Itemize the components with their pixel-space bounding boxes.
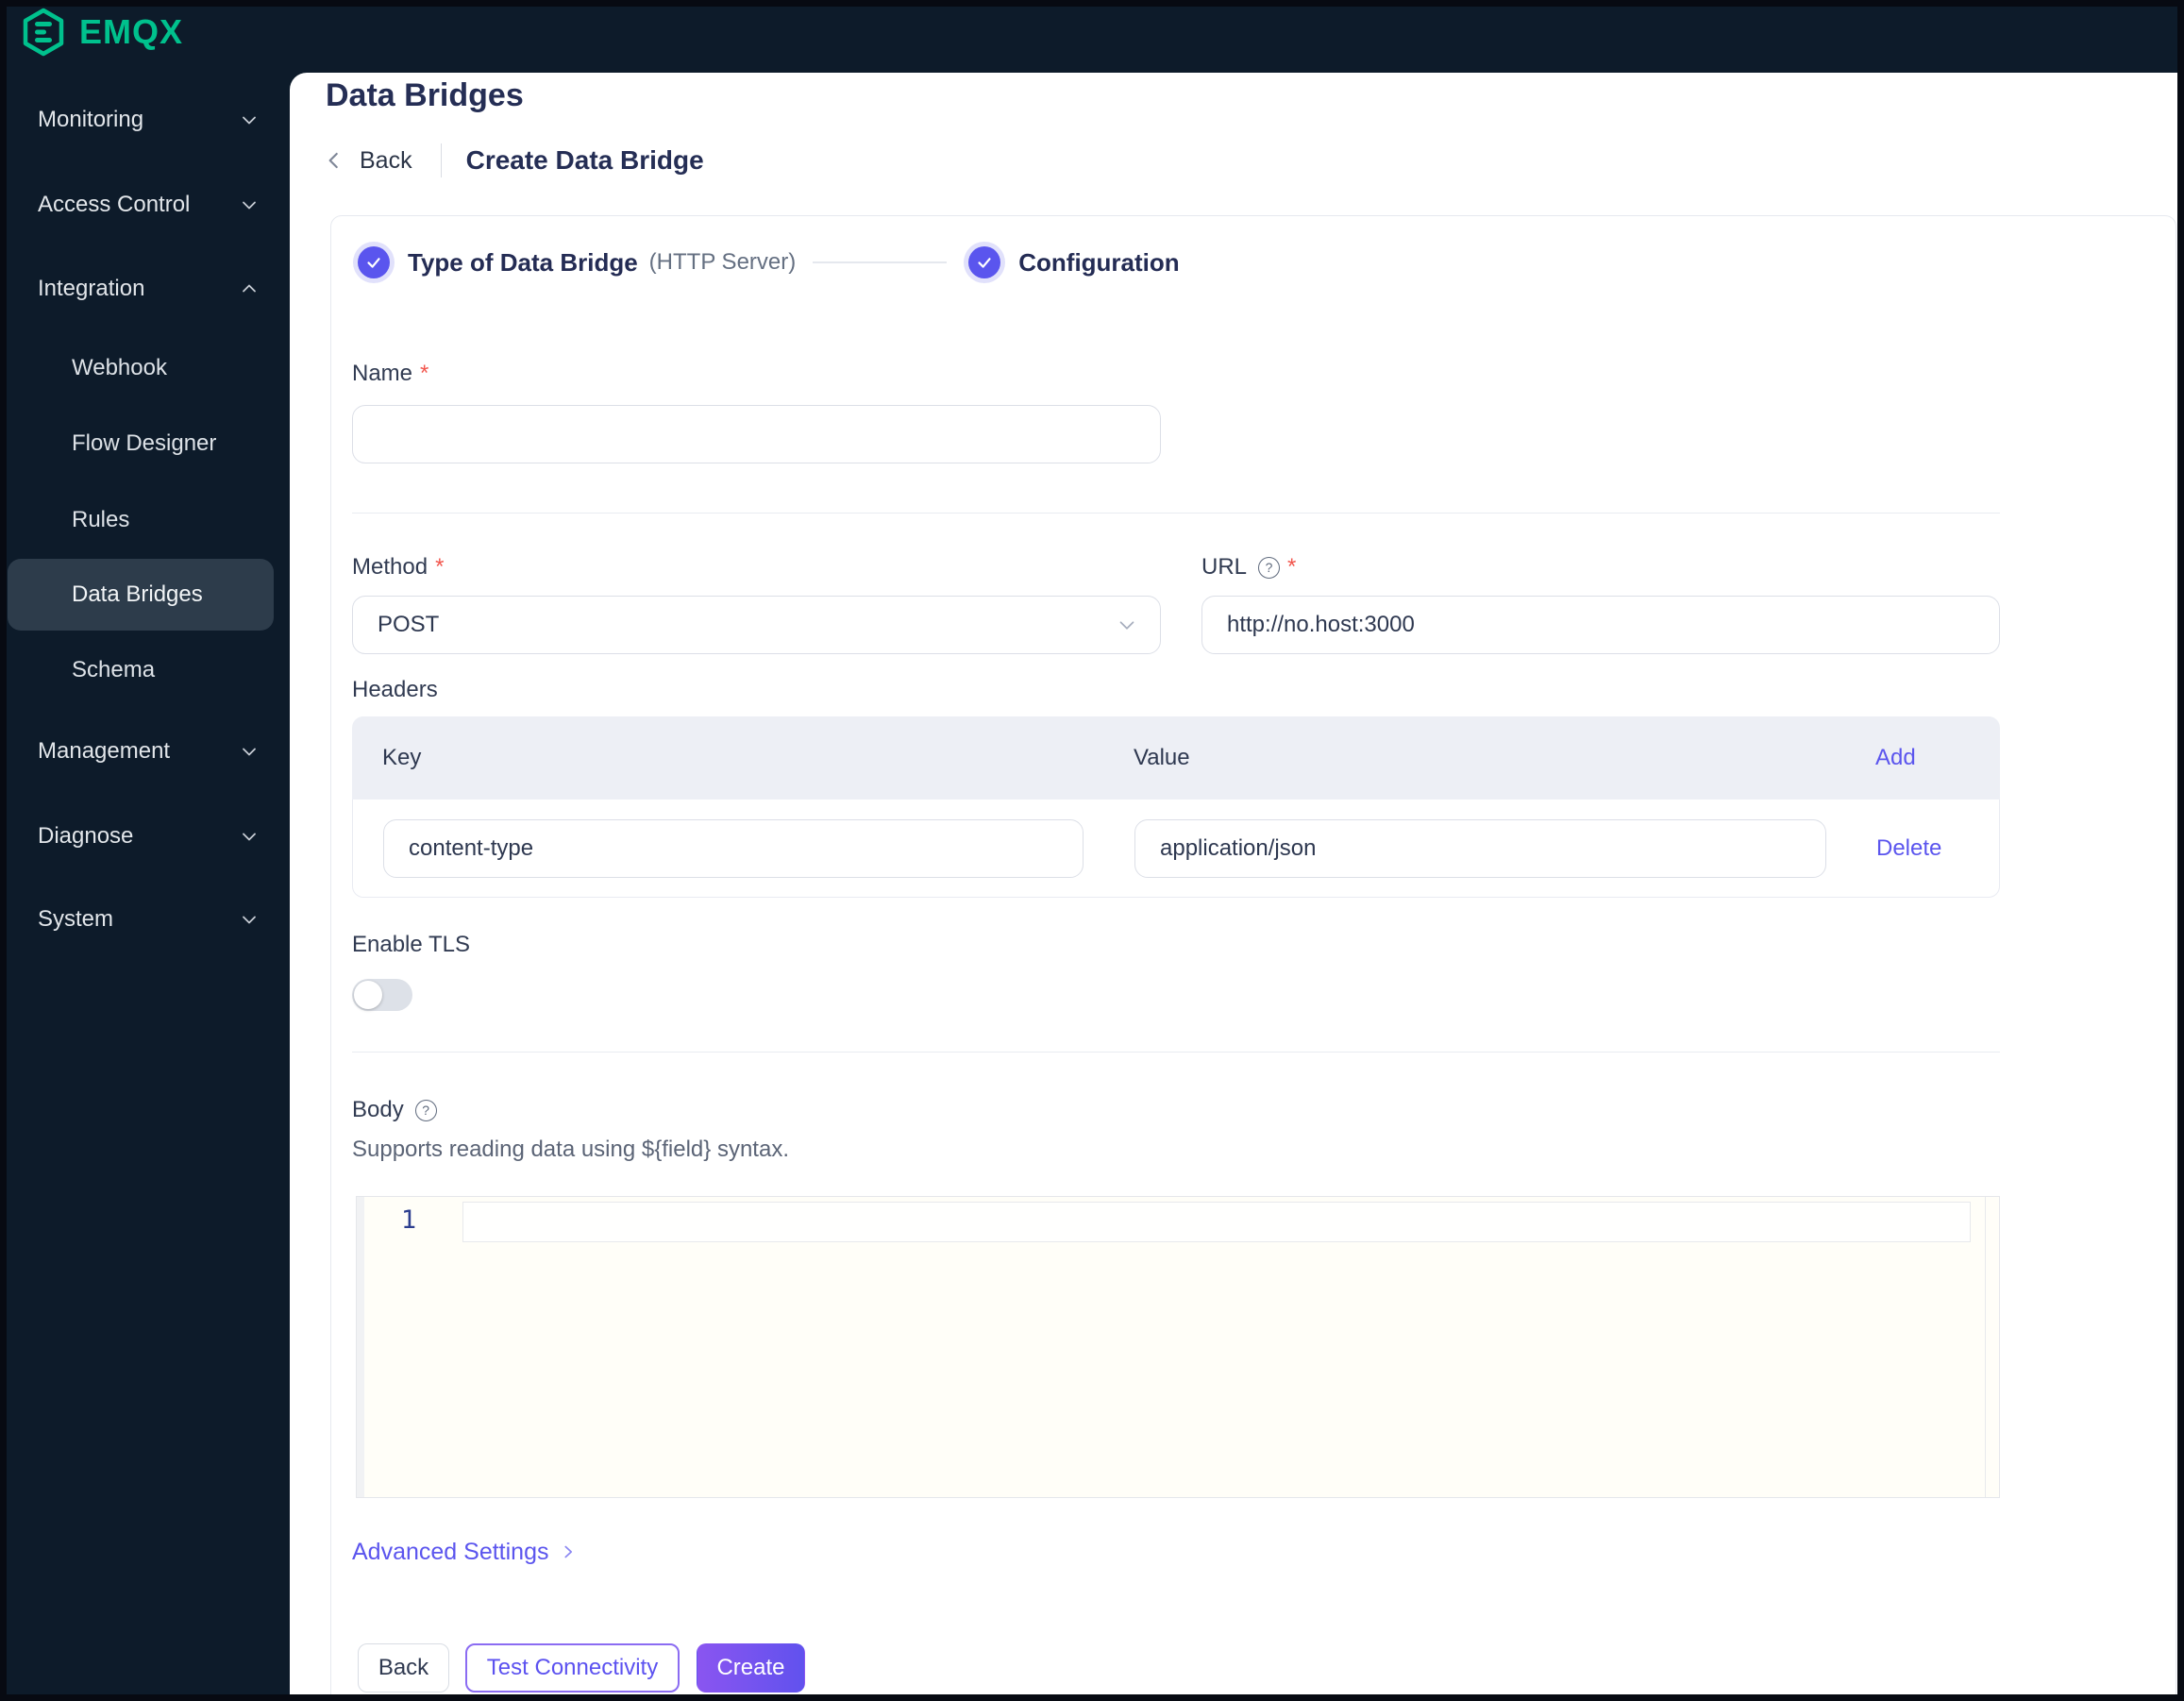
sidebar-item-data-bridges[interactable]: Data Bridges	[8, 559, 274, 631]
url-label: URL ? *	[1201, 554, 1297, 580]
step2-label: Configuration	[1018, 247, 1180, 277]
tls-toggle[interactable]	[352, 979, 412, 1011]
method-select[interactable]: POST	[352, 596, 1161, 654]
sidebar-item-schema[interactable]: Schema	[0, 649, 290, 691]
header-value-input[interactable]	[1134, 819, 1826, 878]
step1-label: Type of Data Bridge	[408, 247, 638, 277]
headers-table-head: Key Value Add	[352, 716, 2000, 800]
toggle-knob	[354, 981, 382, 1009]
chevron-down-icon	[243, 916, 256, 924]
sidebar-item-flow-designer[interactable]: Flow Designer	[0, 423, 290, 464]
method-selected-value: POST	[378, 612, 440, 637]
step1-note: (HTTP Server)	[648, 249, 797, 275]
editor-scrollbar[interactable]	[1985, 1197, 1986, 1497]
sidebar-item-access-control[interactable]: Access Control	[0, 184, 290, 226]
breadcrumb-current: Create Data Bridge	[465, 145, 704, 175]
stepper-connector	[813, 261, 948, 263]
required-asterisk: *	[1287, 554, 1297, 580]
section-divider	[352, 513, 2000, 514]
body-hint: Supports reading data using ${field} syn…	[352, 1137, 789, 1162]
name-input[interactable]	[352, 405, 1161, 463]
help-icon[interactable]: ?	[1258, 556, 1281, 579]
emqx-logo: EMQX	[21, 8, 183, 57]
body-label: Body ?	[352, 1096, 437, 1124]
sidebar-item-integration[interactable]: Integration	[0, 268, 290, 310]
chevron-left-icon	[328, 152, 338, 169]
create-bridge-card: Type of Data Bridge (HTTP Server) Config…	[330, 215, 2176, 1694]
header-key-input[interactable]	[383, 819, 1084, 878]
app-window: EMQX Monitoring Access Control Integrati…	[0, 0, 2184, 1701]
main-content: Data Bridges Back Create Data Bridge Typ…	[290, 73, 2177, 1694]
back-button[interactable]: Back	[358, 1643, 449, 1693]
chevron-down-icon	[1119, 621, 1134, 630]
page-title: Data Bridges	[326, 77, 524, 113]
step1-check-icon	[358, 246, 390, 278]
sidebar-item-system[interactable]: System	[0, 899, 290, 940]
tls-label: Enable TLS	[352, 932, 470, 957]
create-button[interactable]: Create	[697, 1643, 805, 1693]
headers-label: Headers	[352, 677, 438, 702]
required-asterisk: *	[420, 361, 429, 386]
breadcrumb-divider	[440, 143, 442, 177]
editor-glyph-margin	[357, 1197, 364, 1497]
sidebar-item-webhook[interactable]: Webhook	[0, 347, 290, 389]
chevron-down-icon	[243, 201, 256, 210]
delete-header-link[interactable]: Delete	[1876, 800, 1941, 898]
breadcrumb: Back Create Data Bridge	[322, 142, 704, 179]
editor-line-number: 1	[400, 1205, 417, 1235]
sidebar-item-management[interactable]: Management	[0, 731, 290, 772]
stepper: Type of Data Bridge (HTTP Server) Config…	[353, 242, 1180, 283]
sidebar-item-rules[interactable]: Rules	[0, 499, 290, 541]
step2-check-icon	[968, 246, 1001, 278]
emqx-hexagon-icon	[23, 8, 64, 57]
advanced-settings-link[interactable]: Advanced Settings	[352, 1538, 579, 1566]
brand-name: EMQX	[79, 12, 184, 51]
add-header-link[interactable]: Add	[1875, 716, 1916, 800]
headers-table: Key Value Add Delete	[352, 716, 2000, 898]
chevron-down-icon	[243, 116, 256, 125]
key-column-header: Key	[382, 745, 422, 770]
section-divider	[352, 1052, 2000, 1053]
test-connectivity-button[interactable]: Test Connectivity	[465, 1643, 680, 1693]
chevron-down-icon	[243, 833, 256, 841]
url-input[interactable]	[1201, 596, 2000, 654]
back-link[interactable]: Back	[322, 147, 412, 175]
name-label: Name *	[352, 361, 429, 386]
chevron-down-icon	[243, 748, 256, 756]
body-code-editor[interactable]: 1	[356, 1196, 2000, 1498]
headers-table-row: Delete	[352, 800, 2000, 898]
chevron-right-icon	[564, 1545, 573, 1558]
sidebar-item-diagnose[interactable]: Diagnose	[0, 816, 290, 857]
sidebar-item-monitoring[interactable]: Monitoring	[0, 99, 290, 141]
required-asterisk: *	[435, 554, 445, 580]
help-icon[interactable]: ?	[414, 1099, 437, 1121]
sidebar: EMQX Monitoring Access Control Integrati…	[0, 0, 290, 1701]
value-column-header: Value	[1134, 745, 1190, 770]
chevron-up-icon	[243, 284, 256, 293]
method-label: Method *	[352, 554, 445, 580]
editor-current-line[interactable]	[462, 1202, 1971, 1242]
